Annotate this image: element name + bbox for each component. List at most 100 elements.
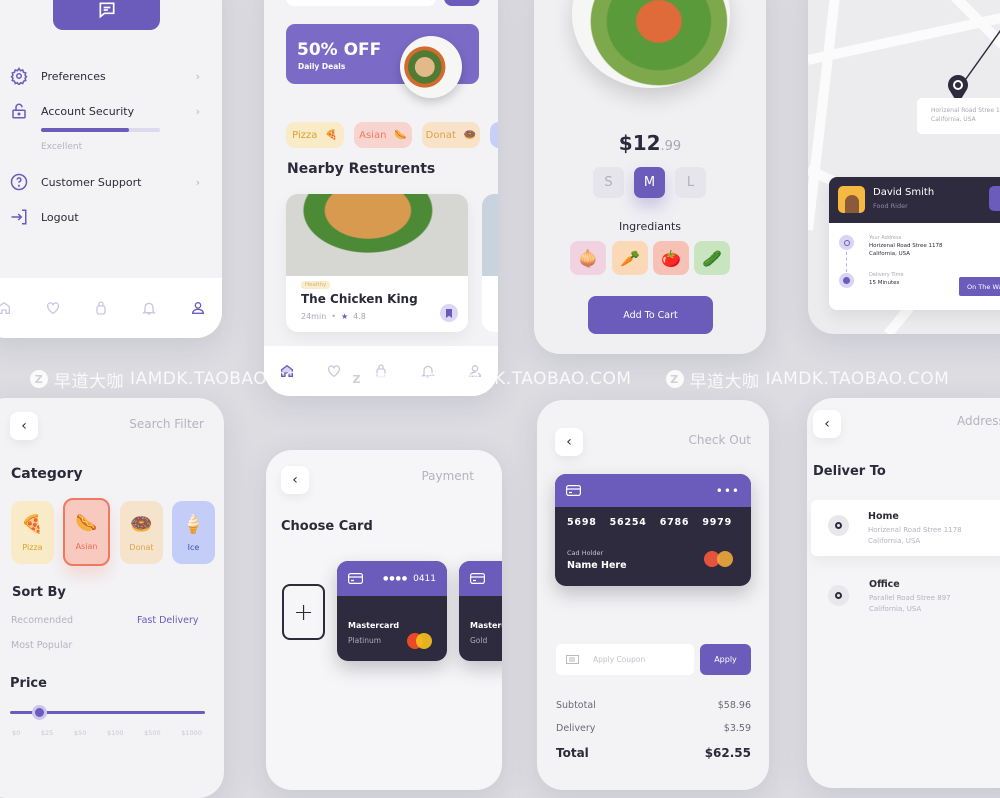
category-pizza[interactable]: 🍕 Pizza [11, 501, 54, 564]
your-address-label: Your Address [869, 235, 902, 241]
bell-icon[interactable] [141, 300, 157, 316]
payment-card-gold[interactable]: Mastercard Gold [459, 561, 502, 661]
back-button[interactable]: ‹ [813, 410, 841, 438]
promo-dish-image [400, 36, 462, 98]
price-tick: $50 [73, 729, 87, 737]
summary-value: $3.59 [723, 723, 751, 734]
price-main: $12 [618, 131, 661, 155]
back-button[interactable]: ‹ [281, 466, 309, 494]
back-button[interactable]: ‹ [10, 412, 38, 440]
price: $12.99 [534, 131, 766, 155]
pin-address-line2: California, USA [931, 116, 976, 123]
bottom-nav [264, 346, 498, 396]
search-input[interactable] [286, 0, 436, 6]
menu-item-logout[interactable]: Logout [10, 207, 200, 227]
chevron-right-icon: › [195, 175, 200, 189]
size-option-m[interactable]: M [634, 167, 665, 198]
chat-icon [99, 2, 114, 19]
size-option-l[interactable]: L [675, 167, 706, 198]
rating: 4.8 [353, 312, 366, 321]
chip-label: Asian [359, 129, 387, 141]
delivery-time: 24min [301, 312, 327, 321]
watermark: Z 早道大咖 IAMDK.TAOBAO.COM Z 早道大咖 IAMDK.TAOBAO.… [0, 367, 1000, 392]
security-strength-fill [41, 128, 130, 132]
address-item-home[interactable]: Home Horizenal Road Stree 1178 Californi… [811, 500, 1000, 556]
heart-icon[interactable] [326, 363, 342, 379]
watermark-brand: 早道大咖 [54, 371, 124, 392]
sort-option-fast-delivery[interactable]: Fast Delivery [137, 615, 199, 626]
category-asian[interactable]: 🌭 Asian [63, 498, 110, 566]
add-card-button[interactable]: + [282, 584, 325, 640]
help-icon [10, 173, 28, 191]
sort-option-most-popular[interactable]: Most Popular [11, 640, 72, 651]
category-label: Donat [129, 542, 154, 552]
sort-option-recomended[interactable]: Recomended [11, 615, 73, 626]
summary-row-delivery: Delivery $3.59 [556, 723, 751, 746]
tomato-icon: 🍅 [653, 241, 689, 275]
sort-title: Sort By [12, 585, 66, 600]
checkout-card[interactable]: ••• 5698 56254 6786 9979 Cad Holder Name… [555, 474, 751, 586]
gear-icon [10, 67, 28, 85]
shopping-bag-icon[interactable] [93, 300, 109, 316]
location-pin-icon [828, 515, 849, 536]
delivery-time-label: Delivery Time [869, 272, 904, 278]
filter-button[interactable] [444, 0, 480, 6]
card-tier: Gold [470, 636, 488, 645]
pizza-icon: 🍕 [21, 513, 44, 535]
coupon-icon [566, 655, 579, 664]
call-rider-button[interactable] [989, 186, 1000, 211]
category-label: Ice [187, 542, 200, 552]
user-icon[interactable] [467, 363, 483, 379]
bell-icon[interactable] [420, 363, 436, 379]
back-button[interactable]: ‹ [555, 428, 583, 456]
restaurant-card-next[interactable] [482, 194, 498, 332]
menu-item-preferences[interactable]: Preferences › [10, 66, 200, 86]
category-ice[interactable]: 🍦 Ice [172, 501, 215, 564]
security-strength-bar [41, 128, 160, 132]
hotdog-icon: 🌭 [394, 129, 407, 141]
plus-icon: + [293, 598, 314, 626]
chevron-right-icon: › [195, 104, 200, 118]
coupon-input[interactable]: Apply Coupon [556, 644, 694, 675]
on-the-way-button[interactable]: On The Way [959, 277, 1000, 296]
mastercard-logo [704, 551, 734, 567]
restaurant-card[interactable]: Healthy The Chicken King 24min • ★ 4.8 [286, 194, 468, 332]
more-options-icon[interactable]: ••• [716, 484, 740, 498]
category-label: Asian [75, 542, 98, 551]
category-chip-donat[interactable]: Donat 🍩 [422, 122, 480, 148]
category-label: Pizza [22, 542, 43, 552]
card-tier: Platinum [348, 636, 382, 645]
watermark-logo-icon: Z [665, 370, 684, 388]
category-donat[interactable]: 🍩 Donat [120, 501, 163, 564]
heart-icon[interactable] [45, 300, 61, 316]
dish-image [572, 0, 730, 88]
payment-card-platinum[interactable]: ●●●● 0411 Mastercard Platinum [337, 561, 447, 661]
logout-icon [11, 209, 27, 225]
shopping-bag-icon[interactable] [373, 363, 389, 379]
home-icon[interactable] [0, 300, 12, 316]
add-to-cart-button[interactable]: Add To Cart [588, 296, 713, 334]
address-item-office[interactable]: Office Parallel Road Stree 897 Californi… [811, 568, 1000, 624]
watermark-logo-icon: Z [30, 370, 48, 388]
your-address-line2: California, USA [869, 251, 910, 257]
category-chip-asian[interactable]: Asian 🌭 [354, 122, 412, 148]
category-chip-more[interactable] [490, 122, 498, 148]
user-icon[interactable] [190, 300, 206, 316]
price-slider-handle[interactable] [32, 705, 47, 720]
apply-coupon-button[interactable]: Apply [700, 644, 751, 675]
masked-dots: ●●●● [383, 575, 409, 582]
menu-item-customer-support[interactable]: Customer Support › [10, 172, 200, 192]
menu-label: Preferences [41, 69, 106, 83]
bookmark-button[interactable] [440, 304, 458, 322]
size-option-s[interactable]: S [593, 167, 624, 198]
category-chip-pizza[interactable]: Pizza 🍕 [286, 122, 344, 148]
home-icon[interactable] [279, 363, 295, 379]
card-holder-name: Name Here [567, 560, 627, 571]
chevron-right-icon: › [195, 69, 200, 83]
summary-label: Subtotal [556, 700, 596, 711]
bottom-nav [0, 278, 222, 338]
menu-item-account-security[interactable]: Account Security › [10, 101, 200, 121]
menu-label: Logout [41, 210, 79, 224]
address-name: Home [868, 511, 899, 522]
chat-button[interactable] [53, 0, 160, 30]
